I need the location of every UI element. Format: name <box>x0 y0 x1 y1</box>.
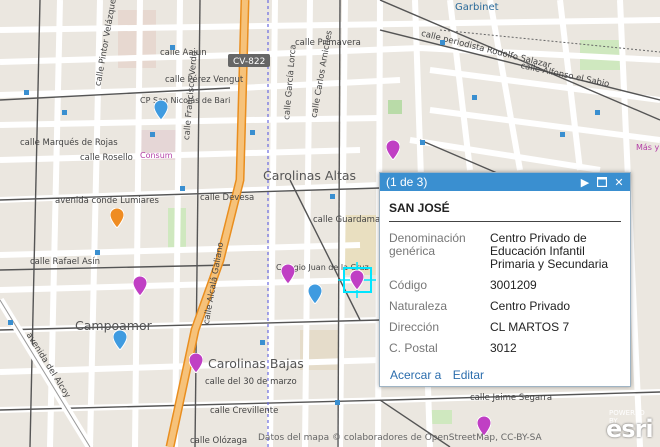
edit-link[interactable]: Editar <box>453 368 484 382</box>
attribute-key: Dirección <box>389 320 440 334</box>
street-label: calle Pérez Vengut <box>165 74 244 85</box>
map-attribution: Datos del mapa © colaboradores de OpenSt… <box>258 433 542 443</box>
area-label: Carolinas Bajas <box>208 356 304 371</box>
popup-count: (1 de 3) <box>386 175 428 189</box>
popup-header: (1 de 3) ▶ ✕ <box>380 173 630 191</box>
school-pin[interactable] <box>350 270 364 290</box>
school-pin[interactable] <box>133 276 147 296</box>
school-pin[interactable] <box>386 140 400 160</box>
attribute-value: 3001209 <box>490 278 537 292</box>
street-label: calle Olózaga <box>190 435 247 446</box>
attribute-value: 3012 <box>490 341 517 355</box>
attribute-value: CL MARTOS 7 <box>490 320 570 334</box>
school-pin[interactable] <box>281 264 295 284</box>
school-pin[interactable] <box>110 208 124 228</box>
street-label: calle Devesa <box>200 193 254 203</box>
poi-label: Consum <box>140 151 173 160</box>
school-pin[interactable] <box>154 100 168 120</box>
map-canvas[interactable]: calle Aaiun calle Primavera calle Pintor… <box>0 0 660 447</box>
street-label: calle Aaiun <box>160 48 207 58</box>
street-label: calle Crevillente <box>210 406 278 416</box>
attribute-row: Naturaleza Centro Privado <box>389 298 621 319</box>
next-icon[interactable]: ▶ <box>578 175 592 189</box>
logo-name: esri <box>606 415 654 443</box>
street-label: calle Guardamar <box>313 215 384 225</box>
school-pin[interactable] <box>308 284 322 304</box>
info-popup: (1 de 3) ▶ ✕ SAN JOSÉ Denominación genér… <box>379 172 631 387</box>
attribute-row: Denominación genérica Centro Privado de E… <box>389 230 621 277</box>
attribute-value: Centro Privado <box>490 299 571 313</box>
attribute-key: Naturaleza <box>389 299 448 313</box>
street-label: calle Rafael Asín <box>30 257 100 267</box>
attribute-row: C. Postal 3012 <box>389 340 621 361</box>
close-icon[interactable]: ✕ <box>612 175 626 189</box>
maximize-icon[interactable] <box>595 175 609 189</box>
attribute-value: Centro Privado de Educación Infantil Pri… <box>490 231 609 271</box>
street-label: calle Rosello <box>80 153 133 163</box>
esri-logo[interactable]: POWERED BY esri <box>606 409 654 443</box>
street-label: calle del 30 de marzo <box>205 377 297 387</box>
popup-title: SAN JOSÉ <box>389 201 621 222</box>
road-shield: CV-822 <box>233 57 265 67</box>
attribute-key: Código <box>389 278 428 292</box>
school-pin[interactable] <box>113 330 127 350</box>
school-pin[interactable] <box>189 353 203 373</box>
attribute-row: Dirección CL MARTOS 7 <box>389 319 621 340</box>
area-label: Garbinet <box>455 2 499 13</box>
zoom-to-link[interactable]: Acercar a <box>390 368 441 382</box>
attribute-key: C. Postal <box>389 341 438 355</box>
attribute-row: Código 3001209 <box>389 277 621 298</box>
attribute-key: Denominación genérica <box>389 231 466 258</box>
street-label: avenida conde Lumiares <box>55 196 159 206</box>
street-label: calle Jaime Segarra <box>470 393 552 403</box>
poi-label: Más y Más <box>636 143 660 152</box>
area-label: Carolinas Altas <box>263 168 356 183</box>
street-label: calle Marqués de Rojas <box>20 137 118 148</box>
attribute-table: Denominación genérica Centro Privado de E… <box>389 230 621 361</box>
